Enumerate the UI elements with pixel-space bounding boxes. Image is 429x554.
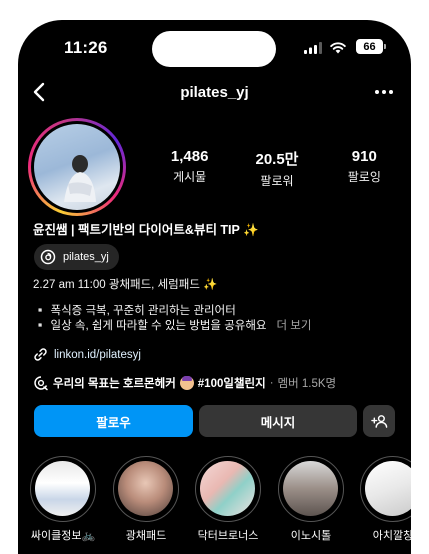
channel-name: 우리의 목표는 호르몬헤커	[53, 378, 176, 390]
stat-label: 팔로잉	[347, 170, 381, 184]
stat-value: 20.5만	[255, 151, 299, 168]
woman-emoji-icon	[179, 376, 194, 390]
link-icon	[34, 348, 47, 361]
broadcast-channel[interactable]: 우리의 목표는 호르몬헤커 #100일챌린지 · 멤버 1.5K명	[33, 375, 336, 391]
stat-value: 1,486	[170, 148, 209, 165]
status-time: 11:26	[64, 38, 108, 57]
story-highlights: 싸이클정보🚲 광채패드 닥터브로너스 이노시톨 아치깔창	[24, 456, 411, 554]
message-button[interactable]: 메시지	[199, 405, 357, 437]
highlight-cover	[365, 461, 411, 516]
highlight-ring	[30, 456, 96, 522]
highlight-item[interactable]: 닥터브로너스	[193, 456, 263, 543]
highlight-item[interactable]: 광채패드	[111, 456, 181, 543]
highlight-label: 닥터브로너스	[197, 530, 259, 542]
dynamic-island	[152, 31, 276, 67]
broadcast-channel-icon	[34, 376, 48, 391]
threads-icon	[40, 249, 56, 265]
bio-link[interactable]: linkon.id/pilatesyj	[33, 347, 141, 362]
highlight-cover	[200, 461, 255, 516]
more-options-icon[interactable]	[372, 80, 396, 104]
stat-followers[interactable]: 20.5만 팔로워	[233, 148, 320, 189]
highlight-cover	[35, 461, 90, 516]
bio-text: 2.27 am 11:00 광채패드, 세럼패드 ✨ ▫️ 폭식증 극복, 꾸준…	[33, 278, 311, 334]
stat-value: 910	[351, 148, 377, 165]
highlight-label: 아치깔창	[372, 530, 411, 542]
top-nav: pilates_yj	[18, 76, 411, 108]
phone-frame: 11:26 66 pilates_yj 1,486 게시물 20.5만 팔로워 …	[0, 0, 429, 554]
status-bar: 11:26 66	[18, 20, 411, 74]
highlight-ring	[278, 456, 344, 522]
stat-label: 팔로워	[260, 174, 294, 188]
stat-posts[interactable]: 1,486 게시물	[146, 148, 233, 189]
highlight-item[interactable]: 아치깔창	[358, 456, 411, 543]
bio-line: 2.27 am 11:00 광채패드, 세럼패드 ✨	[33, 279, 218, 291]
bio-name: 윤진쌤 | 팩트기반의 다이어트&뷰티 TIP ✨	[33, 223, 259, 237]
cellular-signal-icon	[304, 42, 322, 54]
bio-more-link[interactable]: 더 보기	[277, 320, 312, 332]
bio-line: ▫️ 일상 속, 쉽게 따라할 수 있는 방법을 공유해요	[33, 320, 267, 332]
stat-following[interactable]: 910 팔로잉	[321, 148, 408, 189]
suggested-users-button[interactable]	[363, 405, 395, 437]
highlight-ring	[360, 456, 411, 522]
threads-handle: pilates_yj	[63, 251, 109, 263]
avatar-photo	[64, 155, 96, 202]
threads-badge[interactable]: pilates_yj	[34, 244, 119, 270]
story-ring[interactable]	[28, 118, 126, 216]
channel-separator: ·	[269, 377, 274, 389]
highlight-label: 광채패드	[125, 530, 167, 542]
stat-label: 게시물	[173, 170, 207, 184]
highlight-item[interactable]: 싸이클정보🚲	[28, 456, 98, 543]
highlight-cover	[118, 461, 173, 516]
channel-tag: #100일챌린지	[197, 378, 266, 390]
follow-button[interactable]: 팔로우	[34, 405, 193, 437]
profile-stats: 1,486 게시물 20.5만 팔로워 910 팔로잉	[146, 148, 408, 189]
channel-members: 멤버 1.5K명	[277, 378, 337, 390]
battery-level: 66	[363, 40, 376, 53]
highlight-ring	[195, 456, 261, 522]
highlight-label: 싸이클정보🚲	[30, 530, 96, 542]
screen: 11:26 66 pilates_yj 1,486 게시물 20.5만 팔로워 …	[18, 20, 411, 554]
profile-username-title: pilates_yj	[180, 84, 249, 101]
avatar	[34, 124, 120, 210]
highlight-label: 이노시톨	[290, 530, 332, 542]
highlight-item[interactable]: 이노시톨	[276, 456, 346, 543]
bio-link-text: linkon.id/pilatesyj	[54, 348, 141, 361]
highlight-cover	[283, 461, 338, 516]
battery-icon: 66	[356, 39, 386, 54]
wifi-icon	[330, 42, 346, 54]
add-person-icon	[370, 414, 387, 428]
bio-line: ▫️ 폭식증 극복, 꾸준히 관리하는 관리어터	[33, 305, 236, 317]
highlight-ring	[113, 456, 179, 522]
